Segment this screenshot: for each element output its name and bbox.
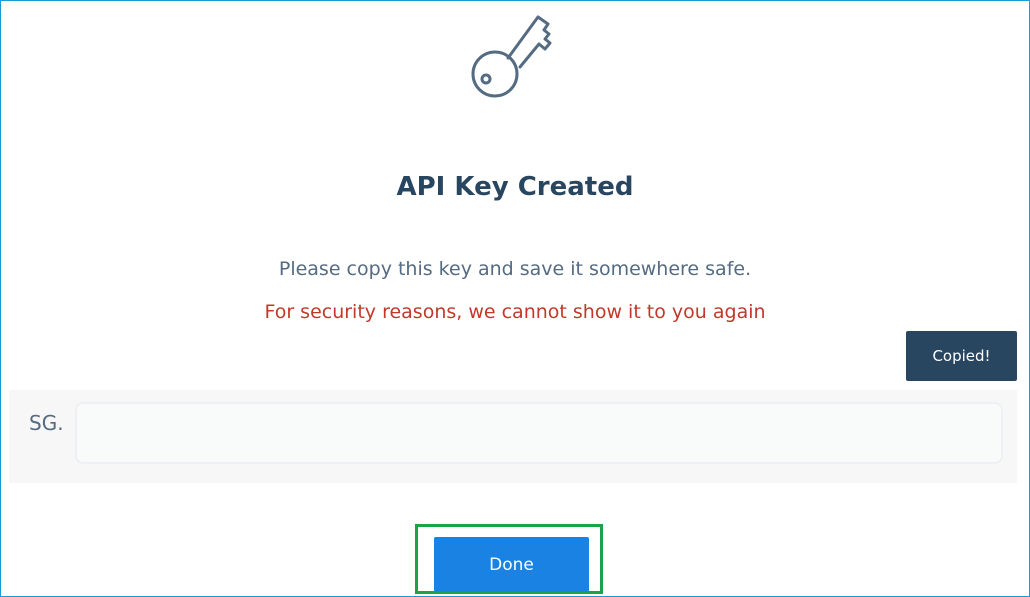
dialog-title: API Key Created [396,172,634,202]
api-key-dialog: API Key Created Please copy this key and… [0,0,1030,597]
key-prefix-label: SG. [29,411,64,435]
done-button[interactable]: Done [434,537,589,592]
copy-key-button[interactable]: Copied! [906,331,1017,381]
api-key-display: SG. [9,390,1017,483]
api-key-field[interactable] [75,402,1003,464]
security-warning: For security reasons, we cannot show it … [264,301,766,323]
key-icon [464,11,556,101]
dialog-subtitle: Please copy this key and save it somewhe… [278,258,752,280]
